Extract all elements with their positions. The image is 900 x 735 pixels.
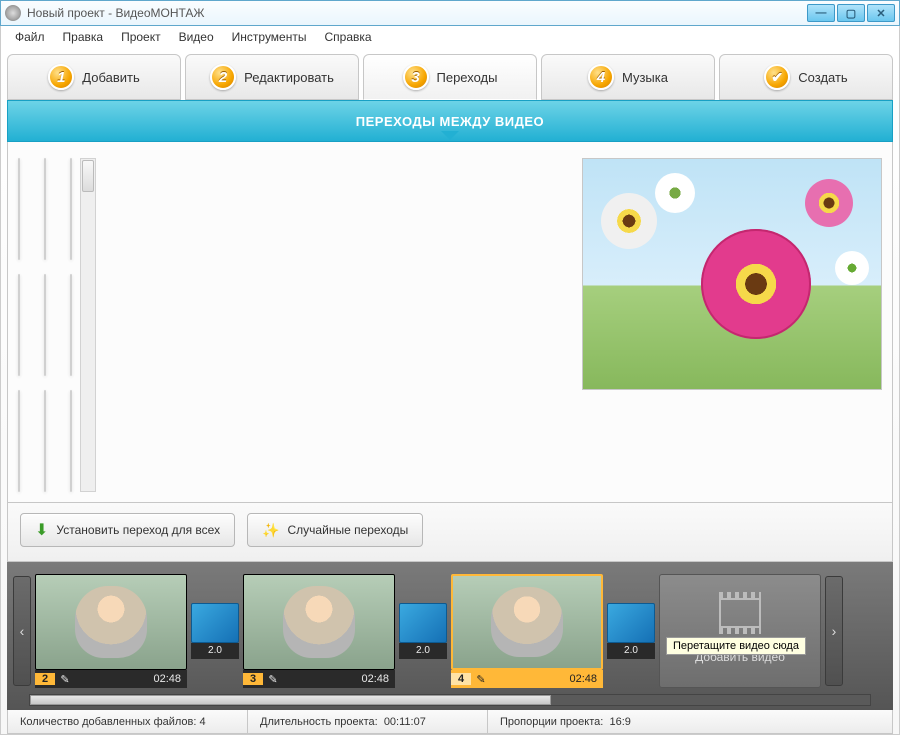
menu-tools[interactable]: Инструменты	[224, 28, 315, 46]
aspect-value: 16:9	[609, 716, 630, 728]
transition-thumb[interactable]	[44, 390, 46, 492]
window-title: Новый проект - ВидеоМОНТАЖ	[27, 6, 807, 20]
menu-help[interactable]: Справка	[316, 28, 379, 46]
gallery-scrollbar[interactable]	[80, 158, 96, 492]
transition-thumb[interactable]: ⤡	[18, 158, 20, 260]
timeline-clip[interactable]: 3✎02:48	[243, 574, 395, 688]
scrollbar-thumb[interactable]	[30, 695, 551, 705]
timeline-scrollbar[interactable]	[29, 694, 871, 706]
transition-thumb[interactable]	[18, 274, 20, 376]
magic-wand-icon: ✨	[262, 522, 279, 539]
files-count-label: Количество добавленных файлов:	[20, 716, 196, 728]
menubar: Файл Правка Проект Видео Инструменты Спр…	[0, 26, 900, 48]
clip-number: 2	[35, 673, 55, 685]
down-arrow-icon: ↓	[70, 313, 72, 336]
apply-all-button[interactable]: ⬇ Установить переход для всех	[20, 513, 235, 547]
app-icon	[5, 5, 21, 21]
filmstrip-icon	[719, 598, 761, 628]
clip-duration: 02:48	[283, 673, 395, 685]
down-arrow-icon: ↓	[70, 431, 72, 452]
tab-music[interactable]: 4 Музыка	[541, 54, 715, 100]
aspect-label: Пропорции проекта:	[500, 716, 603, 728]
banner-title: ПЕРЕХОДЫ МЕЖДУ ВИДЕО	[356, 114, 544, 129]
minimize-button[interactable]: —	[807, 4, 835, 22]
transition-duration: 2.0	[607, 643, 655, 659]
menu-project[interactable]: Проект	[113, 28, 169, 46]
step-3-badge: 3	[403, 64, 429, 90]
tab-label: Переходы	[437, 70, 498, 85]
menu-file[interactable]: Файл	[7, 28, 53, 46]
clip-number: 3	[243, 673, 263, 685]
timeline-clip-selected[interactable]: 4✎02:48	[451, 574, 603, 688]
drag-tooltip: Перетащите видео сюда	[666, 637, 806, 655]
timeline-panel: ‹ 2✎02:48 2.0 3✎02:48 2.0 4✎02:48 2.0 Пе…	[7, 562, 893, 710]
timeline-prev-button[interactable]: ‹	[13, 576, 31, 686]
menu-video[interactable]: Видео	[171, 28, 222, 46]
transition-thumb[interactable]	[44, 274, 46, 376]
timeline-clip[interactable]: 2✎02:48	[35, 574, 187, 688]
step-create-badge	[764, 64, 790, 90]
timeline-next-button[interactable]: ›	[825, 576, 843, 686]
transition-chip[interactable]: 2.0	[399, 603, 447, 659]
tab-label: Добавить	[82, 70, 139, 85]
transitions-gallery: ⤡ ✢ ⤢ ↓ ↓	[18, 158, 572, 492]
transition-chip[interactable]: 2.0	[607, 603, 655, 659]
tab-create[interactable]: Создать	[719, 54, 893, 100]
maximize-button[interactable]: ▢	[837, 4, 865, 22]
clip-duration: 02:48	[491, 673, 603, 685]
tab-add[interactable]: 1 Добавить	[7, 54, 181, 100]
chevron-left-icon: ‹	[20, 623, 25, 639]
transition-chip[interactable]: 2.0	[191, 603, 239, 659]
tab-edit[interactable]: 2 Редактировать	[185, 54, 359, 100]
clip-number: 4	[451, 673, 471, 685]
step-2-badge: 2	[210, 64, 236, 90]
preview-image	[583, 159, 881, 389]
scrollbar-thumb[interactable]	[82, 160, 94, 192]
clip-duration: 02:48	[75, 673, 187, 685]
step-1-badge: 1	[48, 64, 74, 90]
duration-value: 00:11:07	[384, 716, 426, 728]
step-4-badge: 4	[588, 64, 614, 90]
pencil-icon[interactable]: ✎	[263, 673, 283, 686]
transition-thumb[interactable]: ⤢	[70, 158, 72, 260]
statusbar: Количество добавленных файлов: 4 Длитель…	[7, 710, 893, 734]
pencil-icon[interactable]: ✎	[471, 673, 491, 686]
transition-thumb[interactable]: ✢	[44, 158, 46, 260]
transition-thumb[interactable]	[18, 390, 20, 492]
section-banner: ПЕРЕХОДЫ МЕЖДУ ВИДЕО	[7, 100, 893, 142]
button-label: Случайные переходы	[288, 523, 409, 537]
transition-duration: 2.0	[191, 643, 239, 659]
button-label: Установить переход для всех	[56, 523, 220, 537]
tab-label: Музыка	[622, 70, 668, 85]
download-arrow-icon: ⬇	[35, 520, 48, 540]
tab-transitions[interactable]: 3 Переходы	[363, 54, 537, 100]
transition-thumb[interactable]: ↓	[70, 274, 72, 376]
close-button[interactable]: ✕	[867, 4, 895, 22]
files-count-value: 4	[200, 716, 206, 728]
preview-pane	[582, 158, 882, 390]
duration-label: Длительность проекта:	[260, 716, 378, 728]
tab-label: Редактировать	[244, 70, 334, 85]
menu-edit[interactable]: Правка	[55, 28, 112, 46]
step-tabs: 1 Добавить 2 Редактировать 3 Переходы 4 Музы…	[7, 54, 893, 100]
transition-thumb[interactable]: ↓	[70, 390, 72, 492]
tab-label: Создать	[798, 70, 847, 85]
chevron-right-icon: ›	[832, 623, 837, 639]
add-video-slot[interactable]: Перетащите видео сюда Добавить видео	[659, 574, 821, 688]
pencil-icon[interactable]: ✎	[55, 673, 75, 686]
random-transitions-button[interactable]: ✨ Случайные переходы	[247, 513, 423, 547]
titlebar: Новый проект - ВидеоМОНТАЖ — ▢ ✕	[0, 0, 900, 26]
transition-duration: 2.0	[399, 643, 447, 659]
